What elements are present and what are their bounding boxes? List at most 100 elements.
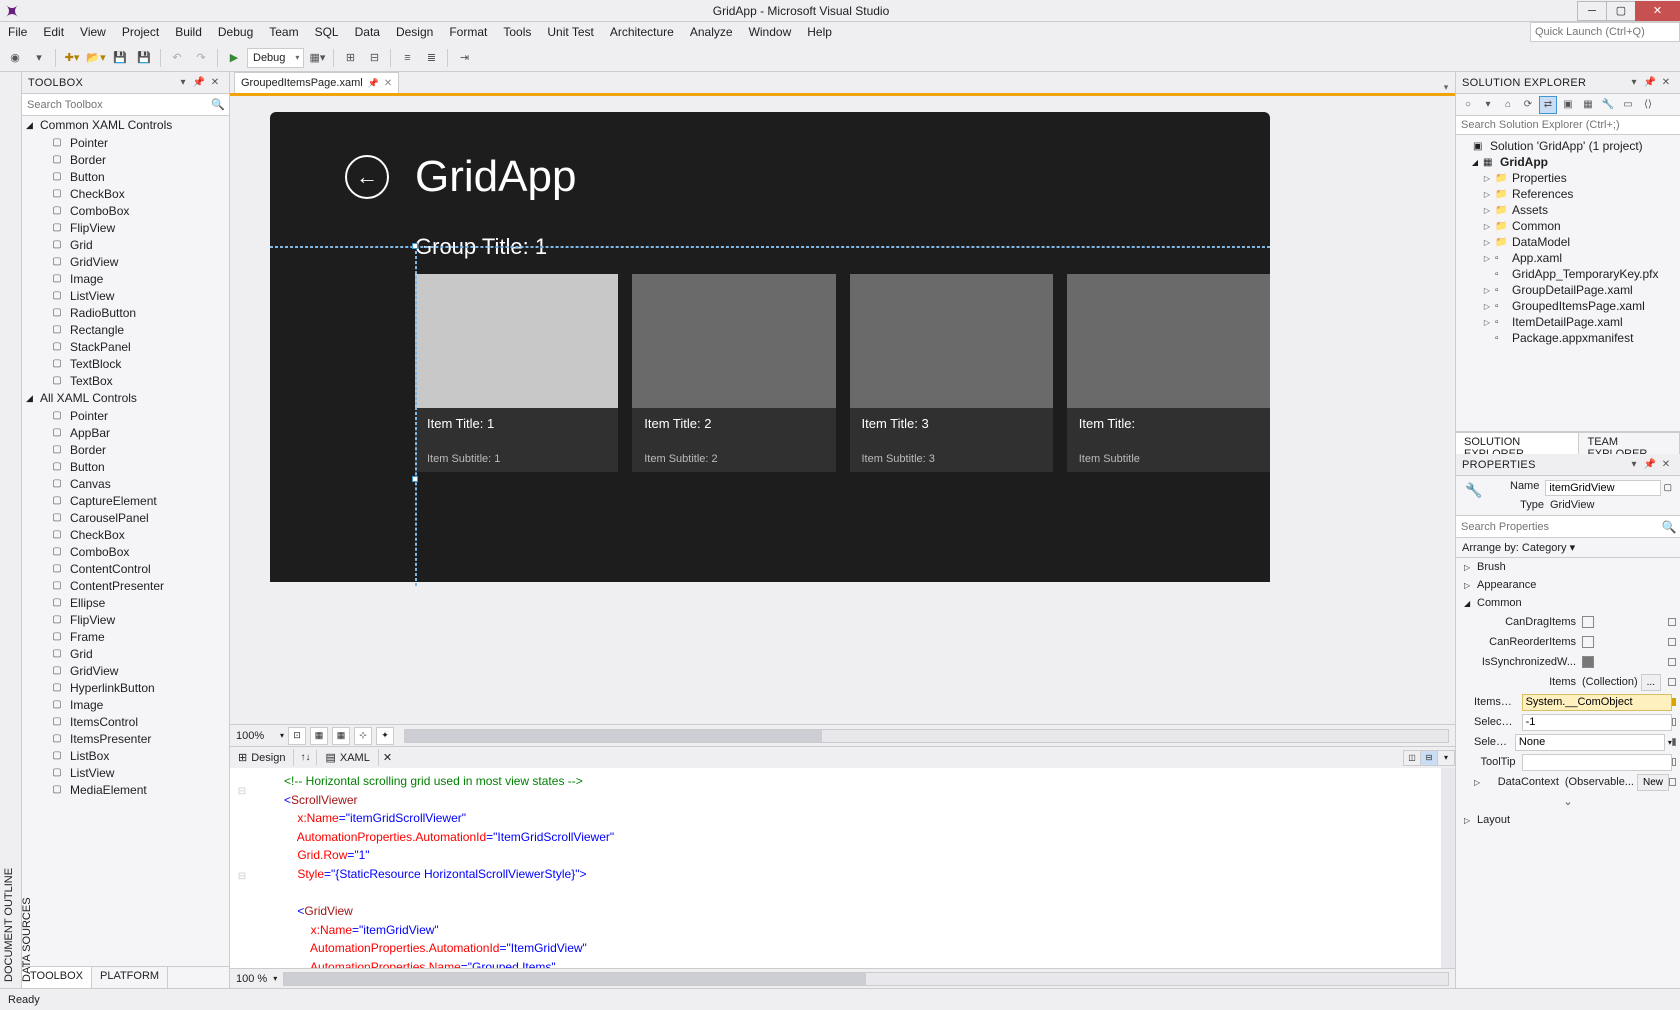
toolbox-item[interactable]: ▢TextBlock bbox=[22, 355, 229, 372]
datacontext-new-button[interactable]: New bbox=[1637, 774, 1669, 791]
new-project-button[interactable]: ✚▾ bbox=[61, 47, 83, 69]
split-vertical-button[interactable]: ◫ bbox=[1403, 750, 1421, 766]
quick-launch-input[interactable] bbox=[1530, 22, 1680, 42]
grid-3-button[interactable]: ▦ bbox=[310, 727, 328, 745]
toolbox-item[interactable]: ▢HyperlinkButton bbox=[22, 679, 229, 696]
solution-search-input[interactable] bbox=[1456, 116, 1680, 135]
zoom-level[interactable]: 100% bbox=[236, 730, 276, 742]
close-button[interactable]: ✕ bbox=[1635, 1, 1680, 21]
sol-showall-icon[interactable]: ▦ bbox=[1579, 96, 1597, 114]
sol-refresh-icon[interactable]: ⟳ bbox=[1519, 96, 1537, 114]
menu-architecture[interactable]: Architecture bbox=[602, 22, 682, 44]
tooltip-input[interactable] bbox=[1522, 754, 1672, 771]
arrange-by[interactable]: Arrange by: Category ▾ bbox=[1456, 538, 1680, 558]
toolbox-item[interactable]: ▢FlipView bbox=[22, 611, 229, 628]
quick-launch[interactable] bbox=[1530, 22, 1680, 44]
solution-item[interactable]: ▷📁Properties bbox=[1456, 170, 1680, 186]
solution-item[interactable]: ▷▫GroupedItemsPage.xaml bbox=[1456, 298, 1680, 314]
solution-item[interactable]: ▫GridApp_TemporaryKey.pfx bbox=[1456, 266, 1680, 282]
sol-code-icon[interactable]: ⟨⟩ bbox=[1639, 96, 1657, 114]
menu-design[interactable]: Design bbox=[388, 22, 441, 44]
solution-item[interactable]: ▷📁Common bbox=[1456, 218, 1680, 234]
save-button[interactable]: 💾 bbox=[109, 47, 131, 69]
menu-sql[interactable]: SQL bbox=[307, 22, 347, 44]
toolbox-close-icon[interactable]: ✕ bbox=[207, 77, 223, 88]
items-edit-button[interactable]: ... bbox=[1641, 674, 1661, 691]
project-node[interactable]: ◢▦GridApp bbox=[1456, 154, 1680, 170]
toolbox-item[interactable]: ▢RadioButton bbox=[22, 304, 229, 321]
solution-item[interactable]: ▫Package.appxmanifest bbox=[1456, 330, 1680, 346]
sol-sync-icon[interactable]: ⇄ bbox=[1539, 96, 1557, 114]
doc-tab-active[interactable]: GroupedItemsPage.xaml 📌 ✕ bbox=[234, 72, 399, 93]
menu-team[interactable]: Team bbox=[261, 22, 306, 44]
menu-build[interactable]: Build bbox=[167, 22, 210, 44]
platform-combo[interactable]: ▦▾ bbox=[306, 47, 328, 69]
tab-document-outline[interactable]: DOCUMENT OUTLINE bbox=[0, 72, 18, 988]
toolbox-item[interactable]: ▢CaptureElement bbox=[22, 492, 229, 509]
pin-icon[interactable]: 📌 bbox=[368, 78, 379, 89]
itemssource-input[interactable] bbox=[1522, 694, 1672, 711]
toolbox-item[interactable]: ▢CheckBox bbox=[22, 185, 229, 202]
selectionmode-input[interactable] bbox=[1515, 734, 1665, 751]
search-icon[interactable]: 🔍 bbox=[1658, 520, 1680, 534]
sol-back[interactable]: ○ bbox=[1459, 96, 1477, 114]
sol-fwd[interactable]: ▾ bbox=[1479, 96, 1497, 114]
toolbox-item[interactable]: ▢ListView bbox=[22, 287, 229, 304]
fit-all-button[interactable]: ⊡ bbox=[288, 727, 306, 745]
nav-fwd-button[interactable]: ▾ bbox=[28, 47, 50, 69]
menu-file[interactable]: File bbox=[0, 22, 35, 44]
nav-back-button[interactable]: ◉ bbox=[4, 47, 26, 69]
menu-view[interactable]: View bbox=[72, 22, 114, 44]
toolbox-dropdown[interactable]: ▾ bbox=[175, 77, 191, 88]
minimize-button[interactable]: ─ bbox=[1577, 1, 1607, 21]
tab-close-icon[interactable]: ✕ bbox=[384, 78, 392, 89]
designer-h-scrollbar[interactable] bbox=[404, 729, 1449, 743]
sol-properties-icon[interactable]: 🔧 bbox=[1599, 96, 1617, 114]
menu-data[interactable]: Data bbox=[347, 22, 388, 44]
menu-debug[interactable]: Debug bbox=[210, 22, 261, 44]
toolbox-item[interactable]: ▢Button bbox=[22, 168, 229, 185]
toolbox-item[interactable]: ▢ContentPresenter bbox=[22, 577, 229, 594]
toolbox-item[interactable]: ▢ListBox bbox=[22, 747, 229, 764]
toolbox-item[interactable]: ▢Image bbox=[22, 270, 229, 287]
start-button[interactable]: ▶ bbox=[223, 47, 245, 69]
cat-appearance[interactable]: ▷Appearance bbox=[1456, 576, 1680, 594]
menu-tools[interactable]: Tools bbox=[495, 22, 539, 44]
toolbox-item[interactable]: ▢Image bbox=[22, 696, 229, 713]
props-close-icon[interactable]: ✕ bbox=[1658, 459, 1674, 470]
solution-item[interactable]: ▷▫GroupDetailPage.xaml bbox=[1456, 282, 1680, 298]
align-1[interactable]: ≡ bbox=[396, 47, 418, 69]
toolbox-item[interactable]: ▢ComboBox bbox=[22, 543, 229, 560]
maximize-button[interactable]: ▢ bbox=[1606, 1, 1636, 21]
solution-node[interactable]: ▣Solution 'GridApp' (1 project) bbox=[1456, 138, 1680, 154]
tab-data-sources[interactable]: DATA SOURCES bbox=[18, 72, 36, 988]
toolbox-item[interactable]: ▢ItemsPresenter bbox=[22, 730, 229, 747]
tab-team-explorer[interactable]: TEAM EXPLORER bbox=[1579, 433, 1680, 454]
toolbox-item[interactable]: ▢Grid bbox=[22, 236, 229, 253]
xaml-tab-close[interactable]: ✕ bbox=[378, 749, 396, 766]
toolbox-item[interactable]: ▢ItemsControl bbox=[22, 713, 229, 730]
prop-name-input[interactable] bbox=[1545, 480, 1661, 496]
split-horizontal-button[interactable]: ⊟ bbox=[1420, 750, 1438, 766]
xaml-code[interactable]: <!-- Horizontal scrolling grid used in m… bbox=[254, 768, 1441, 968]
toolbox-cat-all[interactable]: ◢All XAML Controls bbox=[22, 389, 229, 407]
canreorder-checkbox[interactable] bbox=[1582, 636, 1594, 648]
toolbox-search-input[interactable] bbox=[22, 97, 207, 113]
menu-edit[interactable]: Edit bbox=[35, 22, 72, 44]
toolbox-item[interactable]: ▢Ellipse bbox=[22, 594, 229, 611]
solution-item[interactable]: ▷▫App.xaml bbox=[1456, 250, 1680, 266]
save-all-button[interactable]: 💾 bbox=[133, 47, 155, 69]
sol-close-icon[interactable]: ✕ bbox=[1658, 77, 1674, 88]
align-2[interactable]: ≣ bbox=[420, 47, 442, 69]
config-combo[interactable]: Debug bbox=[247, 48, 304, 68]
collapse-pane-button[interactable]: ▾ bbox=[1437, 750, 1455, 766]
xaml-v-scrollbar[interactable] bbox=[1441, 768, 1455, 968]
expand-common[interactable]: ⌄ bbox=[1456, 792, 1680, 811]
xaml-editor[interactable]: ⊟ ⊟ <!-- Horizontal scrolling grid used … bbox=[230, 768, 1455, 968]
solution-item[interactable]: ▷📁Assets bbox=[1456, 202, 1680, 218]
tab-design[interactable]: ⊞ Design bbox=[230, 749, 294, 766]
selectedindex-input[interactable] bbox=[1522, 714, 1672, 731]
toolbox-item[interactable]: ▢Border bbox=[22, 441, 229, 458]
toolbox-item[interactable]: ▢TextBox bbox=[22, 372, 229, 389]
toolbox-item[interactable]: ▢Pointer bbox=[22, 407, 229, 424]
